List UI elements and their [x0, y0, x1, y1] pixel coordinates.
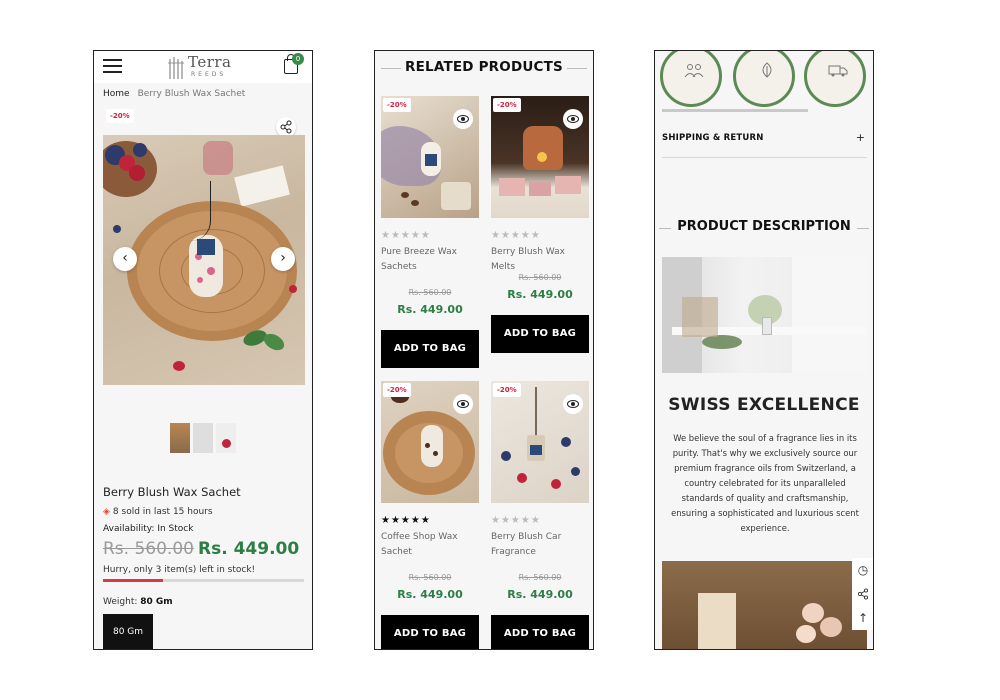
product-title: Berry Blush Wax Sachet [103, 485, 241, 499]
weight-label: Weight: 80 Gm [103, 597, 173, 607]
availability: Availability: In Stock [103, 524, 193, 534]
new-price: Rs. 449.00 [397, 303, 463, 316]
new-price: Rs. 449.00 [198, 539, 300, 559]
eye-icon[interactable] [563, 394, 583, 414]
add-to-bag-button[interactable]: ADD TO BAG [491, 615, 589, 649]
new-price: Rs. 449.00 [507, 288, 573, 301]
heading-divider-right [567, 68, 587, 69]
add-to-bag-button[interactable]: ADD TO BAG [381, 330, 479, 368]
feature-badge-1 [660, 51, 722, 107]
related-products-heading: RELATED PRODUCTS [405, 59, 563, 75]
swiss-excellence-title: SWISS EXCELLENCE [668, 395, 860, 415]
discount-badge: -20% [383, 383, 411, 397]
feature-badge-3 [804, 51, 866, 107]
sold-counter: ◈ 8 sold in last 15 hours [103, 507, 213, 517]
badge-carousel-scrollbar[interactable] [662, 109, 808, 112]
rating-stars: ★★★★★ [381, 230, 431, 241]
plus-icon[interactable]: + [856, 131, 865, 144]
site-header: Terra REEDS 0 [94, 51, 312, 83]
product-description-screen: SHIPPING & RETURN + PRODUCT DESCRIPTION … [654, 50, 874, 650]
eye-icon[interactable] [453, 109, 473, 129]
discount-badge: -20% [106, 109, 134, 123]
site-logo[interactable]: Terra REEDS [166, 53, 236, 81]
stock-progress-fill [103, 579, 164, 582]
next-image-button[interactable]: › [271, 247, 295, 271]
discount-badge: -20% [383, 98, 411, 112]
leaf-icon [762, 62, 772, 78]
shipping-return-label[interactable]: SHIPPING & RETURN [662, 133, 764, 143]
cart-count-badge: 0 [292, 53, 304, 65]
add-to-bag-button[interactable]: ADD TO BAG [381, 615, 479, 649]
chevron-left-icon: ‹ [122, 250, 128, 266]
new-price: Rs. 449.00 [507, 588, 573, 601]
history-icon[interactable]: ◷ [852, 558, 873, 582]
arrow-up-icon[interactable]: ↑ [852, 606, 873, 630]
truck-icon [828, 65, 848, 77]
rating-stars: ★★★★★ [381, 515, 431, 526]
rating-stars: ★★★★★ [491, 515, 541, 526]
old-price: Rs. 560.00 [518, 273, 562, 282]
old-price: Rs. 560.00 [518, 573, 562, 582]
product-description-heading: PRODUCT DESCRIPTION [677, 219, 851, 234]
logo-sub: REEDS [191, 71, 227, 78]
thumbnail-1[interactable] [170, 423, 190, 453]
share-icon[interactable] [852, 582, 873, 606]
breadcrumb-current: Berry Blush Wax Sachet [137, 89, 246, 99]
new-price: Rs. 449.00 [397, 588, 463, 601]
chevron-right-icon: › [280, 250, 286, 266]
weight-label-text: Weight: [103, 597, 138, 607]
old-price: Rs. 560.00 [408, 288, 452, 297]
product-name[interactable]: Coffee Shop Wax Sachet [381, 530, 477, 560]
share-button[interactable] [276, 117, 296, 137]
sold-text: 8 sold in last 15 hours [112, 507, 213, 517]
logo-name: Terra [188, 53, 232, 71]
thumbnail-3[interactable] [216, 423, 236, 453]
room-image [662, 257, 867, 373]
old-price: Rs. 560.00 [408, 573, 452, 582]
share-icon [280, 120, 292, 134]
heading-divider-right [857, 228, 869, 229]
related-products-screen: RELATED PRODUCTS -20% ★★★★★ Pure Breeze … [374, 50, 594, 650]
availability-value: In Stock [157, 524, 194, 534]
add-to-bag-button[interactable]: ADD TO BAG [491, 315, 589, 353]
eye-icon[interactable] [563, 109, 583, 129]
feature-badge-2 [733, 51, 795, 107]
swiss-excellence-body: We believe the soul of a fragrance lies … [671, 433, 859, 533]
eye-icon[interactable] [453, 394, 473, 414]
people-icon [684, 64, 704, 78]
weight-option-80gm[interactable]: 80 Gm [103, 614, 153, 649]
old-price: Rs. 560.00 [103, 539, 194, 559]
stock-progress-bar [103, 579, 304, 582]
product-name[interactable]: Pure Breeze Wax Sachets [381, 245, 477, 275]
rating-stars: ★★★★★ [491, 230, 541, 241]
menu-icon[interactable] [103, 59, 122, 73]
prev-image-button[interactable]: ‹ [113, 247, 137, 271]
breadcrumb: Home Berry Blush Wax Sachet [103, 89, 245, 99]
product-lifestyle-image [662, 561, 867, 649]
breadcrumb-home[interactable]: Home [103, 89, 130, 99]
discount-badge: -20% [493, 98, 521, 112]
discount-badge: -20% [493, 383, 521, 397]
thumbnail-2[interactable] [193, 423, 213, 453]
stock-warning: Hurry, only 3 item(s) left in stock! [103, 565, 256, 575]
availability-label: Availability: [103, 524, 155, 534]
reeds-logo-icon [168, 57, 184, 79]
weight-value: 80 Gm [140, 597, 173, 607]
floating-tools: ◷ ↑ [852, 558, 873, 630]
flame-icon: ◈ [103, 507, 110, 517]
product-name[interactable]: Berry Blush Car Fragrance [491, 530, 587, 560]
product-page-screen: Terra REEDS 0 Home Berry Blush Wax Sachet… [93, 50, 313, 650]
divider [662, 157, 867, 158]
product-name[interactable]: Berry Blush Wax Melts [491, 245, 587, 275]
